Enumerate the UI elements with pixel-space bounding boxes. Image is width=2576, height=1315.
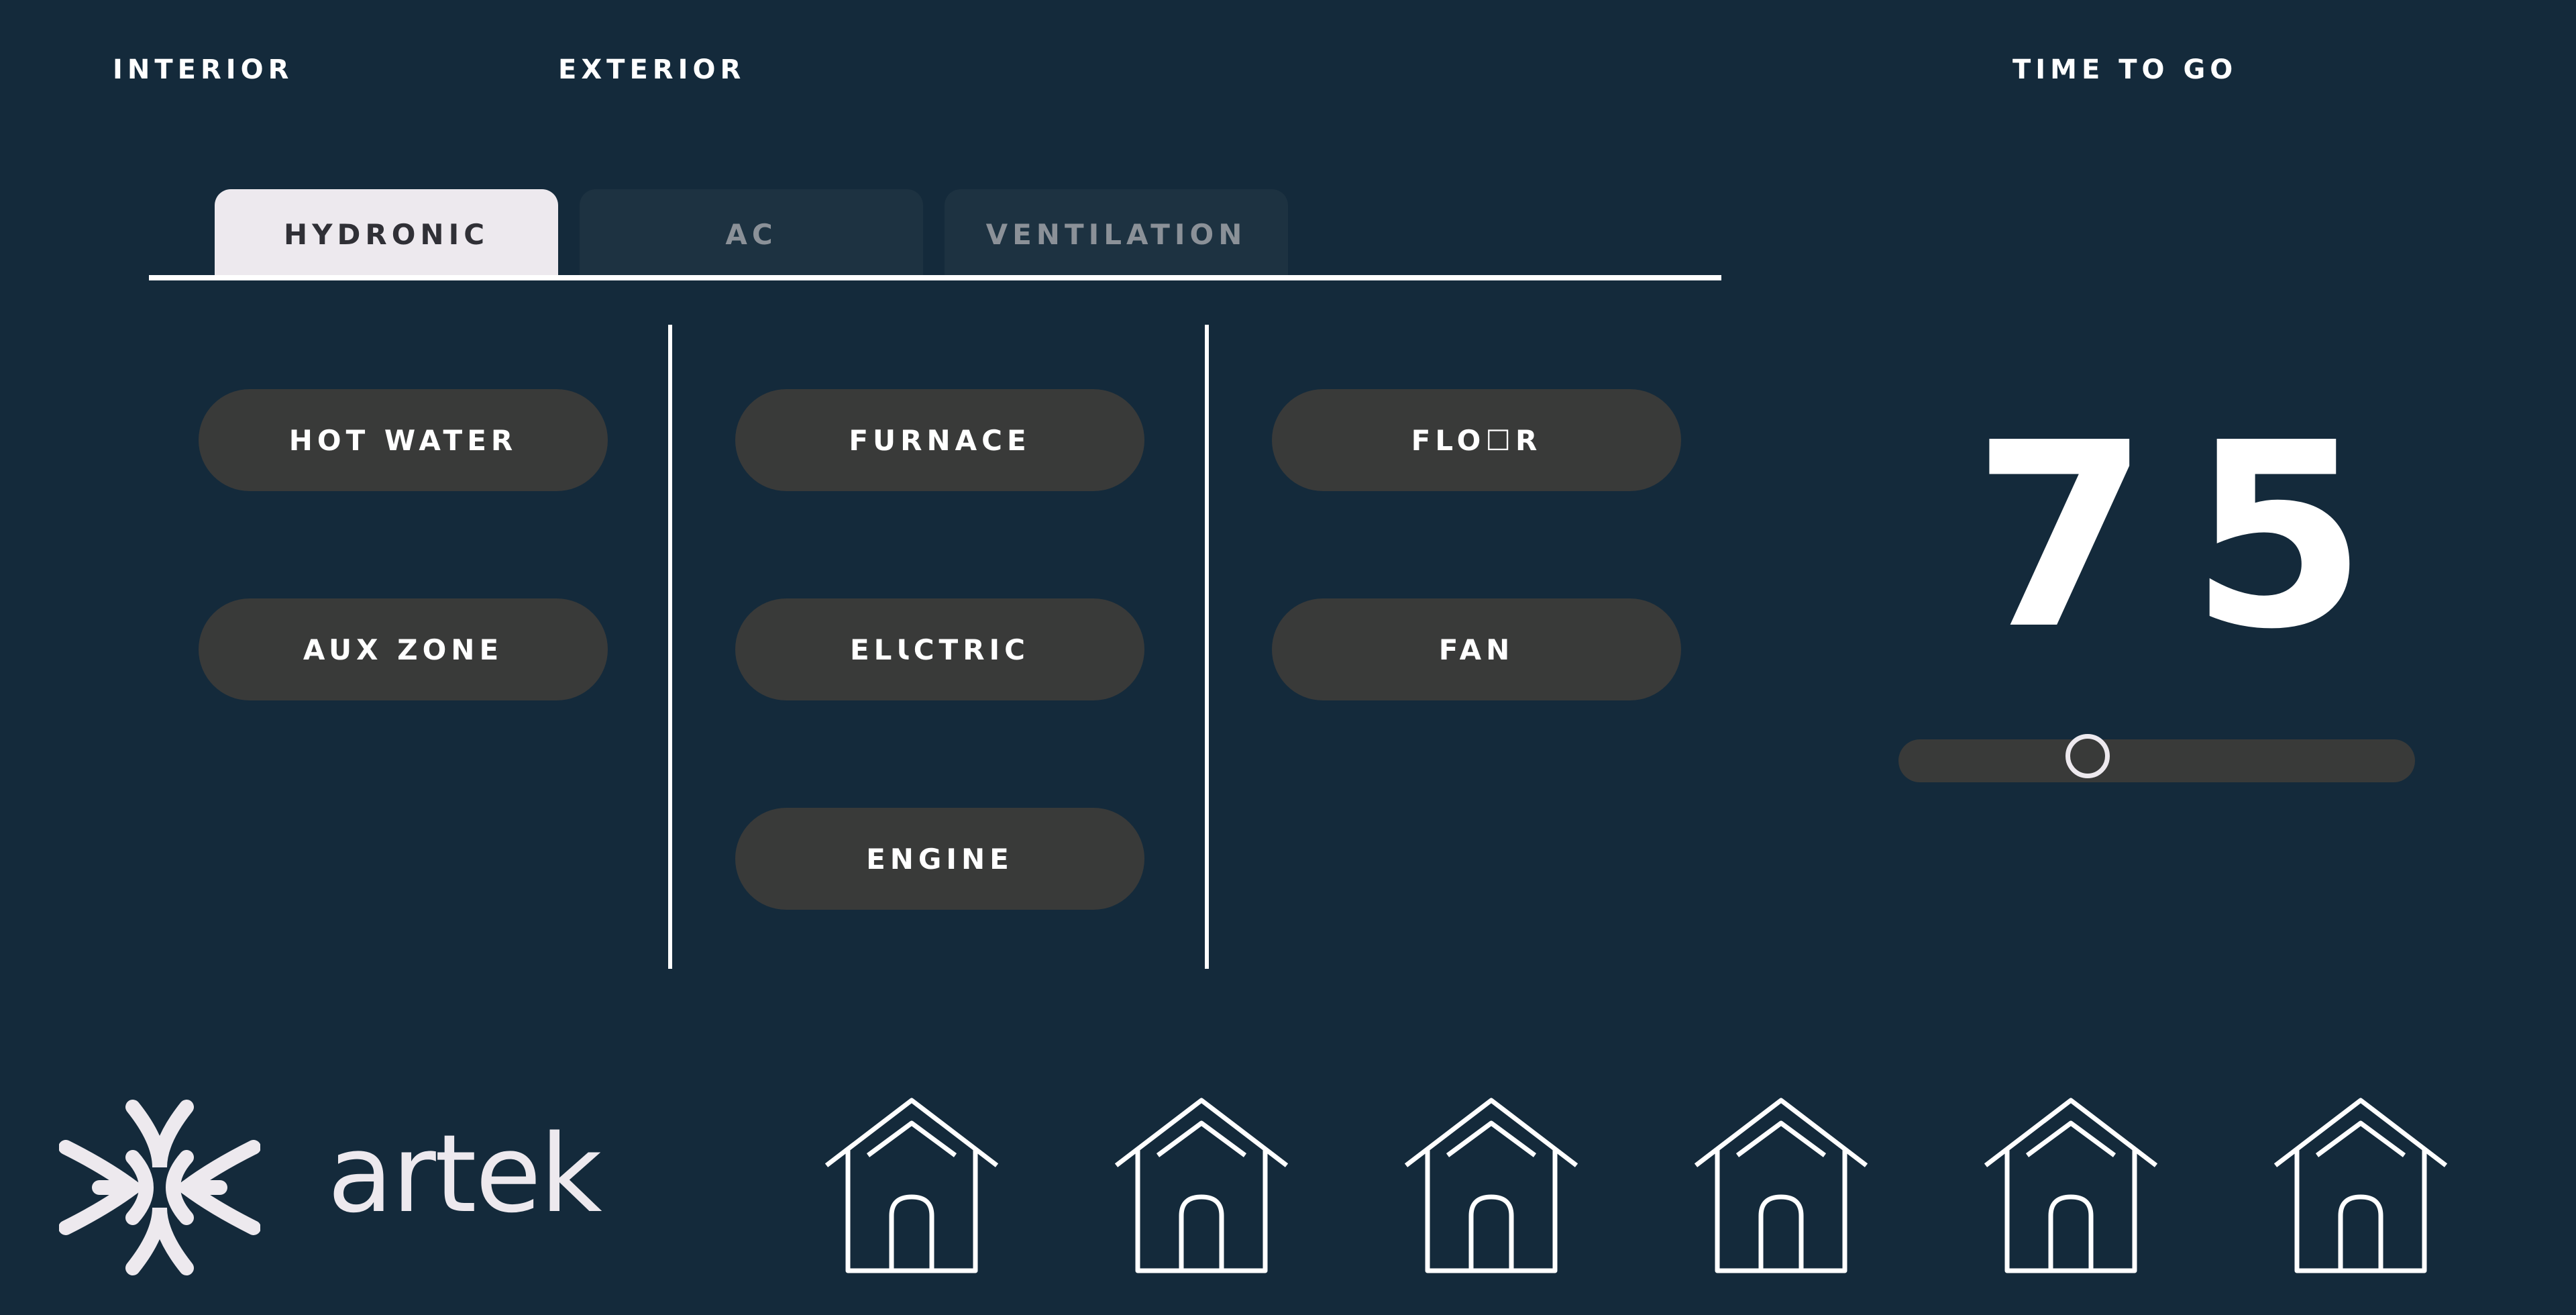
zone-6-house-icon[interactable] [2270, 1095, 2451, 1276]
tab-underline [149, 275, 1721, 280]
zone-4-house-icon[interactable] [1690, 1095, 1872, 1276]
tab-ac[interactable]: AC [580, 189, 923, 279]
zone-2-house-icon[interactable] [1111, 1095, 1292, 1276]
brand-logo: artek [58, 1094, 602, 1281]
slider-thumb[interactable] [2065, 734, 2110, 778]
floor-button[interactable]: FLO☐R [1272, 389, 1681, 491]
column-divider [668, 325, 672, 969]
nav-interior[interactable]: INTERIOR [113, 54, 293, 86]
zone-1-house-icon[interactable] [821, 1095, 1002, 1276]
temperature-value: 75 [1972, 388, 2408, 685]
aux-zone-button[interactable]: AUX ZONE [199, 598, 608, 700]
nav-exterior[interactable]: EXTERIOR [558, 54, 745, 86]
zone-5-house-icon[interactable] [1980, 1095, 2161, 1276]
brand-name: artek [327, 1111, 602, 1237]
furnace-button[interactable]: FURNACE [735, 389, 1144, 491]
tab-hydronic[interactable]: HYDRONIC [215, 189, 558, 279]
nav-time-to-go[interactable]: TIME TO GO [2012, 54, 2237, 86]
slider-fill [1898, 739, 2088, 782]
engine-button[interactable]: ENGINE [735, 808, 1144, 910]
electric-button[interactable]: ELꙆCTRIC [735, 598, 1144, 700]
column-divider [1205, 325, 1209, 969]
zone-3-house-icon[interactable] [1401, 1095, 1582, 1276]
temperature-slider[interactable] [1898, 734, 2415, 782]
tab-ventilation[interactable]: VENTILATION [945, 189, 1288, 279]
snowflake-logo-icon [58, 1100, 261, 1275]
hot-water-button[interactable]: HOT WATER [199, 389, 608, 491]
fan-button[interactable]: FAN [1272, 598, 1681, 700]
